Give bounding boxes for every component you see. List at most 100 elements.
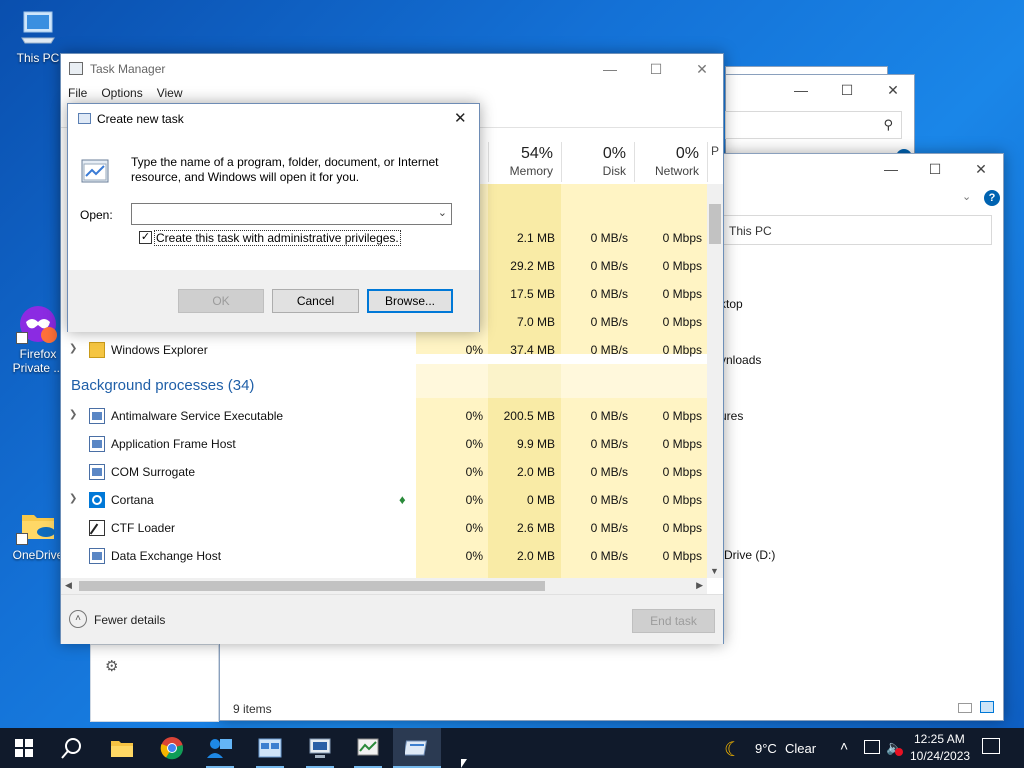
network-cell: 0 Mbps [662, 259, 702, 273]
bg-fill [488, 364, 561, 398]
explorer-window-back: — ☐ ✕ ⚲ [725, 74, 916, 165]
nav-item-drive-d[interactable]: Drive (D:) [724, 548, 775, 562]
table-row-windows-explorer[interactable]: ❯ Windows Explorer 0% 37.4 MB 0 MB/s 0 M… [61, 336, 707, 364]
large-icons-view-icon[interactable] [980, 701, 994, 713]
bg-fill [416, 364, 488, 398]
scrollbar-thumb[interactable] [709, 204, 721, 244]
memory-cell: 200.5 MB [503, 409, 555, 423]
close-icon[interactable]: ✕ [958, 154, 1004, 184]
maximize-icon[interactable]: ☐ [912, 154, 958, 184]
scroll-left-icon[interactable]: ◀ [65, 580, 72, 591]
scrollbar-thumb[interactable] [79, 581, 545, 591]
chevron-right-icon[interactable]: ❯ [69, 343, 77, 354]
end-task-button[interactable]: End task [632, 609, 715, 633]
chevron-right-icon[interactable]: ❯ [69, 409, 77, 420]
chevron-down-icon[interactable]: ⌄ [962, 190, 971, 203]
horizontal-scrollbar[interactable]: ◀ ▶ [61, 578, 707, 594]
menu-options[interactable]: Options [94, 84, 149, 104]
chevron-down-icon[interactable]: ⌄ [438, 206, 447, 219]
column-header-disk[interactable]: 0% Disk [561, 142, 634, 182]
dialog-description: Type the name of a program, folder, docu… [131, 155, 439, 184]
minimize-icon[interactable]: — [778, 75, 824, 105]
process-name: Data Exchange Host [111, 549, 222, 563]
maximize-icon[interactable]: ☐ [633, 54, 679, 84]
memory-cell: 17.5 MB [510, 287, 555, 301]
close-icon[interactable]: ✕ [870, 75, 916, 105]
column-header-network[interactable]: 0% Network [634, 142, 707, 182]
admin-checkbox[interactable]: ✓ [139, 231, 152, 244]
start-button[interactable] [0, 728, 48, 768]
disk-percent: 0% [602, 145, 626, 162]
maximize-icon[interactable]: ☐ [824, 75, 870, 105]
address-bar[interactable]: This PC [720, 215, 992, 245]
onedrive-desktop-icon[interactable]: OneDrive [8, 505, 68, 562]
chrome-icon [160, 737, 184, 760]
task-manager-taskbar-button[interactable] [344, 728, 392, 768]
table-row-ctf-loader[interactable]: CTF Loader 0% 2.6 MB 0 MB/s 0 Mbps [61, 514, 707, 542]
chrome-taskbar-button[interactable] [148, 728, 196, 768]
table-row-data-exchange-host[interactable]: Data Exchange Host 0% 2.0 MB 0 MB/s 0 Mb… [61, 542, 707, 570]
weather-temperature[interactable]: 9°C [755, 741, 777, 756]
memory-cell: 37.4 MB [510, 343, 555, 357]
desktop-icon-label: OneDrive [12, 548, 64, 562]
open-combobox[interactable]: ⌄ [131, 203, 452, 225]
column-header-memory[interactable]: 54% Memory [488, 142, 561, 182]
nav-item-downloads[interactable]: vnloads [720, 353, 761, 367]
cancel-button[interactable]: Cancel [272, 289, 359, 313]
run-dialog-taskbar-button[interactable] [393, 728, 441, 768]
fewer-details-link[interactable]: Fewer details [94, 613, 165, 627]
create-new-task-dialog: Create new task ✕ Type the name of a pro… [67, 103, 480, 332]
notification-center-icon[interactable] [982, 738, 1000, 754]
cortana-icon [89, 492, 105, 508]
browse-button[interactable]: Browse... [367, 289, 453, 313]
search-taskbar-button[interactable] [48, 728, 96, 768]
network-icon[interactable] [864, 740, 880, 754]
minimize-icon[interactable]: — [868, 154, 914, 184]
chevron-right-icon[interactable]: ❯ [69, 493, 77, 504]
menu-file[interactable]: File [61, 84, 94, 104]
network-cell: 0 Mbps [662, 231, 702, 245]
scroll-down-icon[interactable]: ▼ [710, 566, 719, 576]
chevron-up-icon[interactable]: ˄ [69, 610, 87, 628]
table-row-com-surrogate[interactable]: COM Surrogate 0% 2.0 MB 0 MB/s 0 Mbps [61, 458, 707, 486]
disk-cell: 0 MB/s [590, 259, 628, 273]
close-icon[interactable]: ✕ [679, 54, 725, 84]
open-input[interactable] [134, 205, 429, 223]
network-percent: 0% [675, 145, 699, 162]
file-explorer-taskbar-button[interactable] [98, 728, 146, 768]
table-row-cortana[interactable]: ❯ Cortana ♦ 0% 0 MB 0 MB/s 0 Mbps [61, 486, 707, 514]
taskbar: ☾ 9°C Clear ˄ 🔈 12:25 AM 10/24/2023 [0, 728, 1024, 768]
weather-moon-icon[interactable]: ☾ [724, 737, 742, 762]
disk-cell: 0 MB/s [590, 521, 628, 535]
search-box[interactable]: ⚲ [725, 111, 902, 139]
table-row-application-frame-host[interactable]: Application Frame Host 0% 9.9 MB 0 MB/s … [61, 430, 707, 458]
section-header-background-processes[interactable]: Background processes (34) [71, 377, 254, 394]
help-icon[interactable]: ? [984, 190, 1000, 206]
details-view-icon[interactable] [958, 703, 972, 713]
memory-cell: 2.0 MB [516, 465, 555, 479]
minimize-icon[interactable]: — [587, 54, 633, 84]
settings-gear-icon[interactable]: ⚙ [105, 657, 118, 675]
weather-condition[interactable]: Clear [785, 741, 816, 756]
run-program-icon [80, 156, 112, 188]
system-info-taskbar-button[interactable] [296, 728, 344, 768]
close-icon[interactable]: ✕ [454, 109, 467, 127]
suspended-leaf-icon: ♦ [399, 492, 406, 507]
folder-icon [16, 505, 58, 545]
cpu-cell: 0% [465, 437, 483, 451]
network-cell: 0 Mbps [662, 437, 702, 451]
control-panel-taskbar-button[interactable] [246, 728, 294, 768]
menu-view[interactable]: View [150, 84, 190, 104]
scroll-right-icon[interactable]: ▶ [696, 580, 703, 591]
firefox-private-desktop-icon[interactable]: Firefox Private ... [8, 304, 68, 375]
people-app-taskbar-button[interactable] [196, 728, 244, 768]
this-pc-desktop-icon[interactable]: This PC [8, 8, 68, 65]
vertical-scrollbar[interactable]: ▼ [707, 184, 723, 578]
admin-checkbox-label[interactable]: Create this task with administrative pri… [154, 230, 401, 246]
ok-button[interactable]: OK [178, 289, 264, 313]
clock-date[interactable]: 10/24/2023 [910, 749, 970, 763]
table-row-antimalware[interactable]: ❯ Antimalware Service Executable 0% 200.… [61, 402, 707, 430]
column-header-power[interactable]: P [707, 142, 723, 182]
clock-time[interactable]: 12:25 AM [914, 732, 965, 746]
show-hidden-icons-chevron-icon[interactable]: ˄ [840, 738, 848, 754]
